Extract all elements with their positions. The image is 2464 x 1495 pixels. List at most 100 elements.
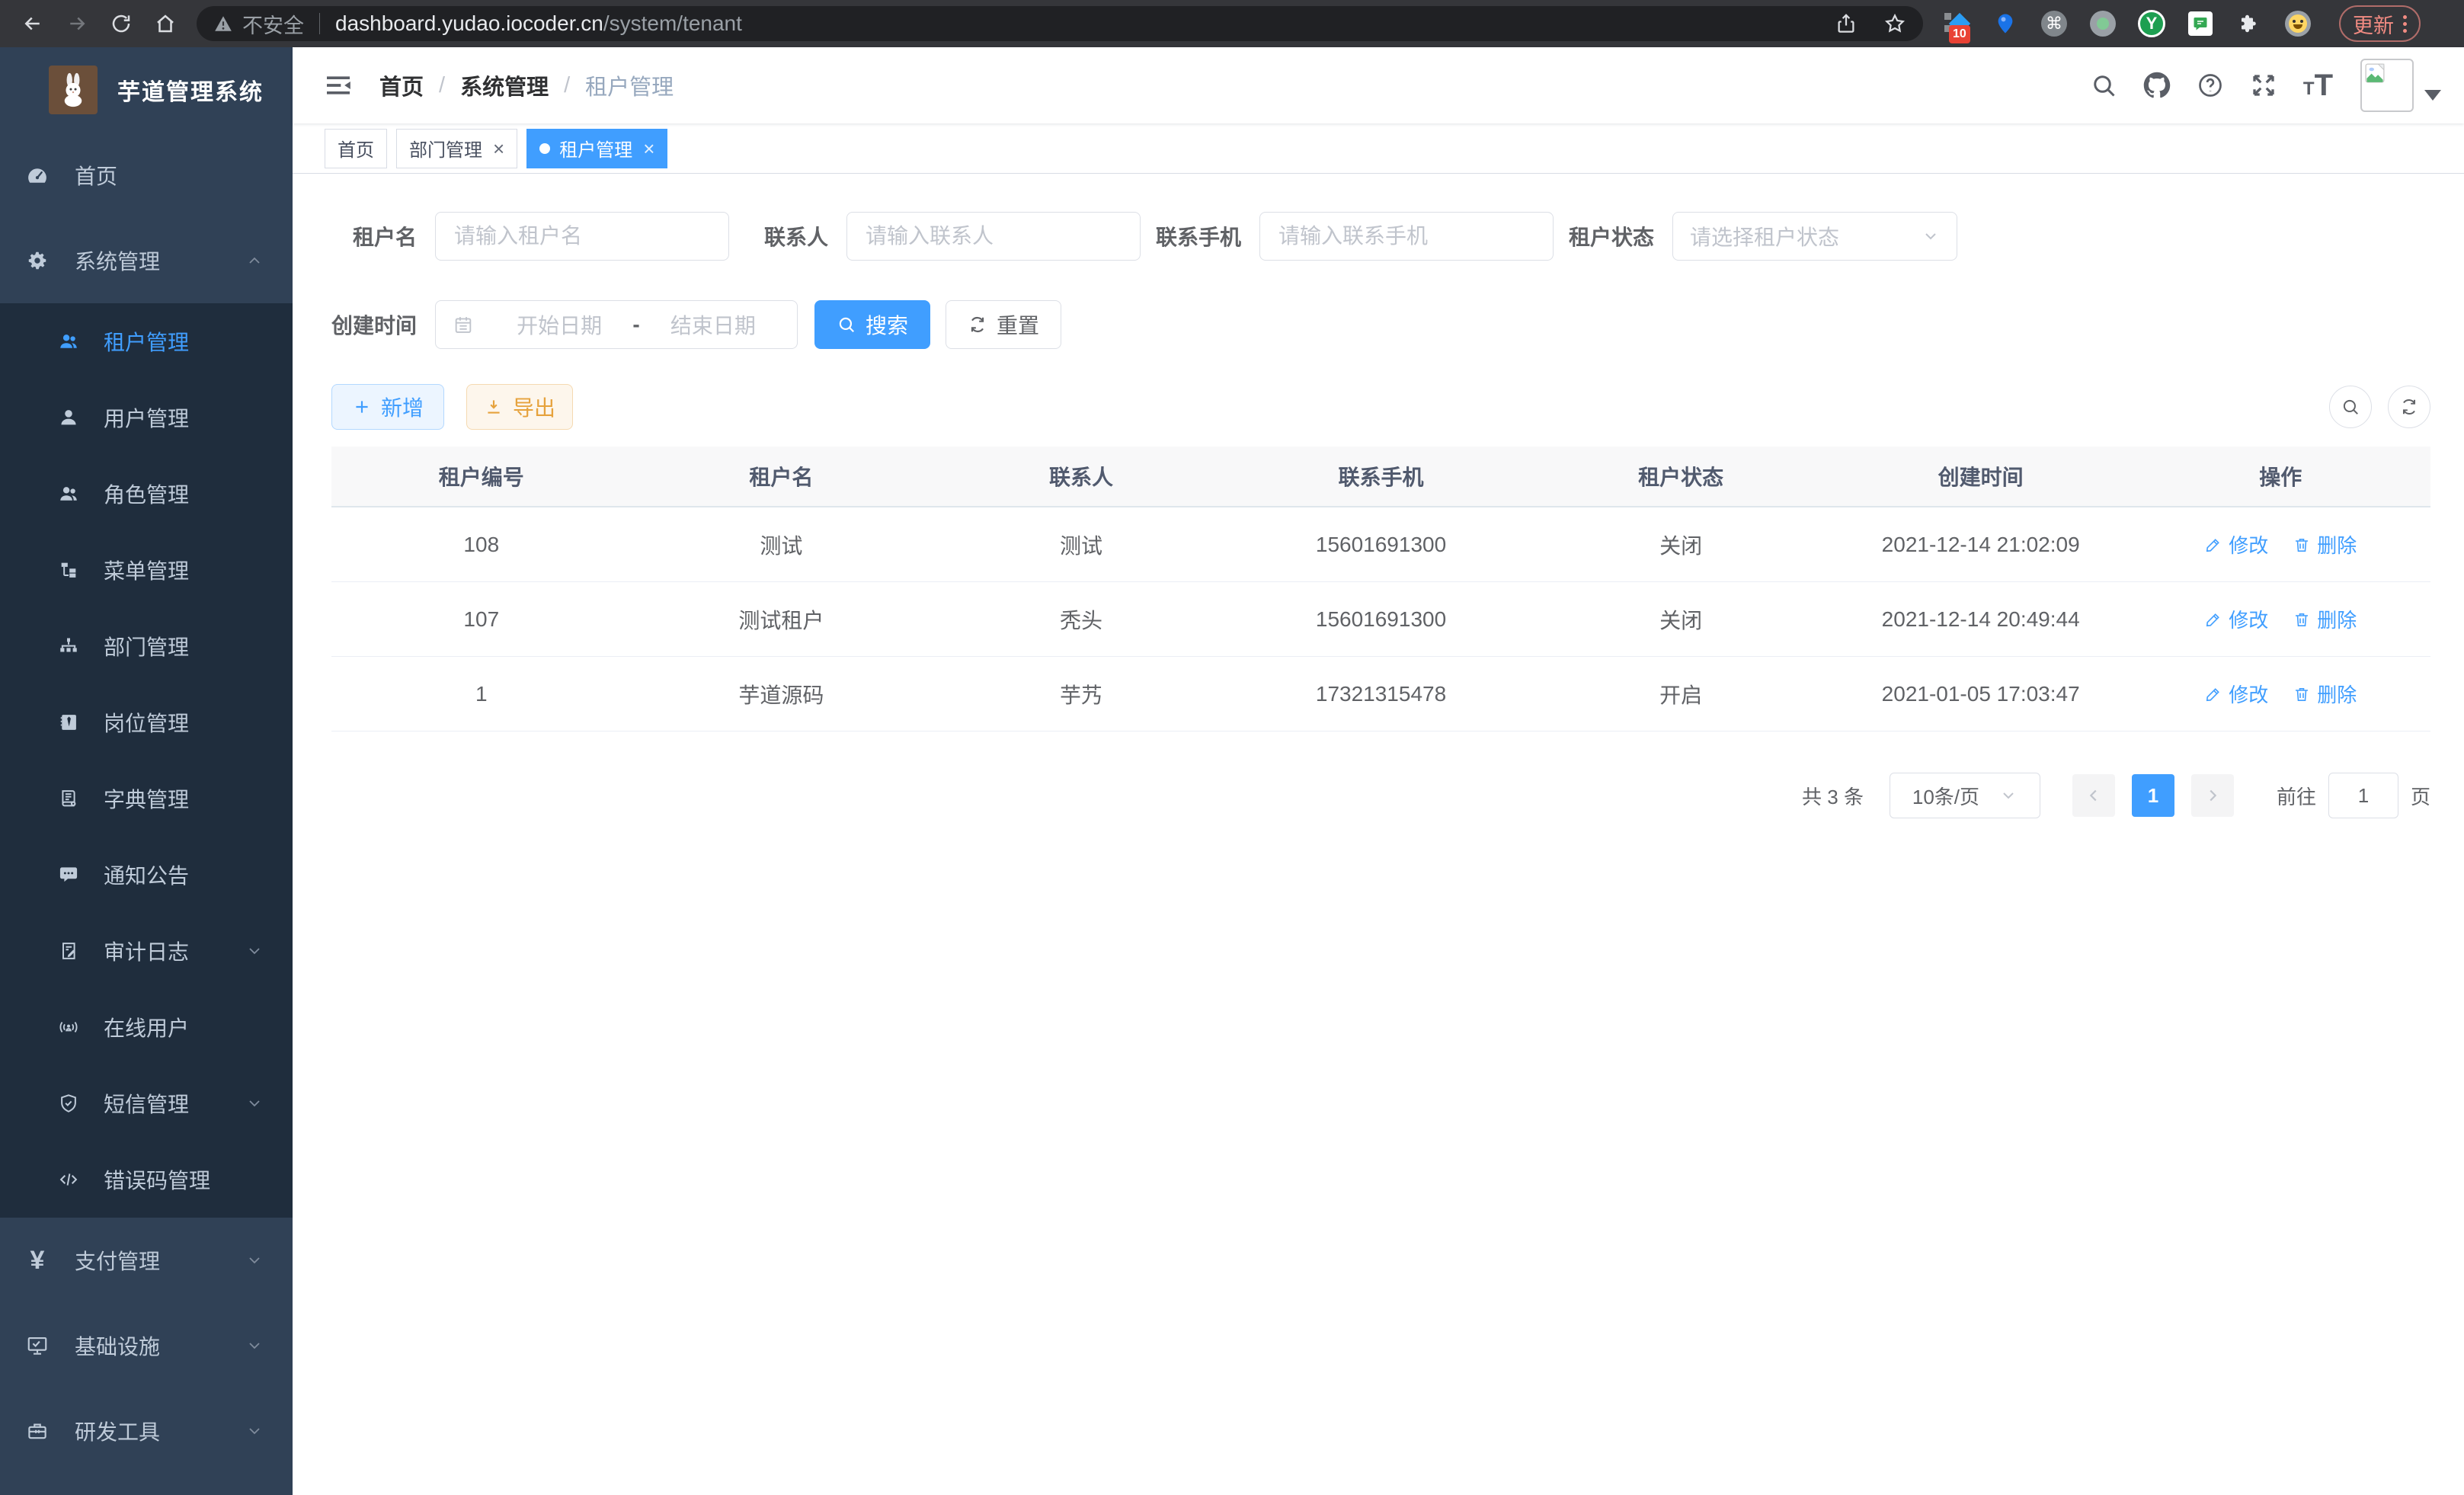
contact-label: 联系人 (764, 221, 828, 251)
date-separator: - (626, 312, 645, 337)
sidebar-item-home[interactable]: 首页 (0, 133, 293, 218)
browser-update-button[interactable]: 更新 (2339, 5, 2421, 42)
back-button[interactable] (11, 5, 55, 42)
sidebar-item-dict[interactable]: 字典管理 (0, 760, 293, 837)
filter-row-1: 租户名 联系人 联系手机 租户状态 请选择租户状态 (331, 212, 2430, 261)
cell-tenant-name: 芋道源码 (632, 679, 932, 709)
column-header: 操作 (2130, 461, 2430, 491)
edit-button[interactable]: 修改 (2204, 605, 2268, 633)
reset-button[interactable]: 重置 (946, 300, 1061, 349)
share-icon[interactable] (1835, 12, 1858, 35)
extension-chat-icon[interactable] (2187, 10, 2214, 37)
toggle-search-button[interactable] (2329, 386, 2372, 428)
mobile-input[interactable] (1259, 212, 1554, 261)
forward-button[interactable] (55, 5, 99, 42)
date-range-picker[interactable]: 开始日期 - 结束日期 (435, 300, 798, 349)
close-icon[interactable]: × (493, 139, 504, 158)
search-icon (837, 315, 856, 335)
table-header: 租户编号 租户名 联系人 联系手机 租户状态 创建时间 操作 (331, 447, 2430, 507)
breadcrumb-home[interactable]: 首页 (379, 69, 424, 101)
sidebar-item-pay[interactable]: ¥支付管理 (0, 1218, 293, 1303)
sidebar-item-system[interactable]: 系统管理 (0, 218, 293, 303)
search-button[interactable]: 搜索 (814, 300, 930, 349)
cell-contact: 芋艿 (931, 679, 1231, 709)
sidebar-item-post[interactable]: 岗位管理 (0, 684, 293, 760)
plus-icon (352, 397, 372, 417)
sidebar-item-role[interactable]: 角色管理 (0, 456, 293, 532)
sidebar-item-error-code[interactable]: 错误码管理 (0, 1141, 293, 1218)
github-link[interactable] (2143, 72, 2171, 99)
contact-input[interactable] (846, 212, 1141, 261)
page-size-select[interactable]: 10条/页 (1890, 773, 2040, 818)
sidebar-item-infra[interactable]: 基础设施 (0, 1303, 293, 1388)
sidebar-item-label: 首页 (75, 160, 117, 190)
bookmark-star-icon[interactable] (1883, 12, 1906, 35)
extension-record-icon[interactable] (2089, 10, 2117, 37)
sidebar-item-label: 系统管理 (75, 245, 160, 276)
breadcrumb-system[interactable]: 系统管理 (460, 69, 549, 101)
edit-button[interactable]: 修改 (2204, 530, 2268, 559)
delete-button[interactable]: 删除 (2293, 530, 2357, 559)
dashboard-icon (26, 164, 49, 187)
status-select[interactable]: 请选择租户状态 (1672, 212, 1957, 261)
user-avatar[interactable] (2360, 59, 2414, 112)
extension-pin-icon[interactable]: 10 (1943, 10, 1970, 37)
chevron-down-icon (245, 1422, 264, 1440)
tag-home[interactable]: 首页 (325, 129, 387, 168)
extension-y-icon[interactable]: Y (2138, 10, 2165, 37)
fullscreen-button[interactable] (2250, 72, 2277, 99)
close-icon[interactable]: × (643, 139, 654, 158)
extension-command-icon[interactable]: ⌘ (2040, 10, 2068, 37)
sidebar-item-dept[interactable]: 部门管理 (0, 608, 293, 684)
shield-icon (58, 1093, 79, 1114)
extension-balloon-icon[interactable] (1992, 10, 2019, 37)
help-button[interactable] (2197, 72, 2224, 99)
sidebar-item-tenant[interactable]: 租户管理 (0, 303, 293, 379)
url-text[interactable]: dashboard.yudao.iocoder.cn/system/tenant (335, 11, 1809, 36)
goto-page-input[interactable] (2328, 773, 2398, 818)
browser-menu-icon[interactable] (2403, 15, 2407, 33)
hamburger-icon (323, 70, 354, 101)
delete-button[interactable]: 删除 (2293, 605, 2357, 633)
sidebar-item-label: 短信管理 (104, 1088, 189, 1119)
home-button[interactable] (143, 5, 187, 42)
column-header: 租户名 (632, 461, 932, 491)
chevron-down-icon (1999, 786, 2018, 805)
main-area: 首页 / 系统管理 / 租户管理 TT (293, 47, 2464, 1495)
tag-dept[interactable]: 部门管理 × (396, 129, 517, 168)
sidebar-item-sms[interactable]: 短信管理 (0, 1065, 293, 1141)
header-search-button[interactable] (2090, 72, 2117, 99)
end-date-placeholder: 结束日期 (646, 309, 780, 340)
reload-button[interactable] (99, 5, 143, 42)
address-bar[interactable]: 不安全 dashboard.yudao.iocoder.cn/system/te… (197, 6, 1923, 41)
tenant-name-input[interactable] (435, 212, 729, 261)
font-size-button[interactable]: TT (2303, 72, 2333, 98)
sidebar-toggle-button[interactable] (323, 70, 354, 101)
avatar-dropdown-caret-icon[interactable] (2424, 90, 2441, 101)
profile-avatar-icon[interactable] (2284, 10, 2312, 37)
cell-tenant-id: 108 (331, 533, 632, 557)
sidebar-item-menu[interactable]: 菜单管理 (0, 532, 293, 608)
sidebar-item-user[interactable]: 用户管理 (0, 379, 293, 456)
cell-status: 开启 (1531, 679, 1831, 709)
chevron-down-icon (245, 1337, 264, 1355)
security-label[interactable]: 不安全 (242, 9, 304, 39)
export-button[interactable]: 导出 (466, 384, 573, 430)
refresh-table-button[interactable] (2388, 386, 2430, 428)
delete-button[interactable]: 删除 (2293, 680, 2357, 708)
sidebar-item-audit-log[interactable]: 审计日志 (0, 913, 293, 989)
sidebar-item-notice[interactable]: 通知公告 (0, 837, 293, 913)
sidebar-logo[interactable]: 芋道管理系统 (0, 47, 293, 133)
next-page-button[interactable] (2191, 774, 2234, 817)
cell-created: 2021-01-05 17:03:47 (1831, 682, 2131, 706)
chevron-left-icon (2085, 787, 2102, 804)
prev-page-button[interactable] (2072, 774, 2115, 817)
tag-tenant[interactable]: 租户管理 × (526, 129, 667, 168)
help-icon (2197, 72, 2224, 99)
edit-button[interactable]: 修改 (2204, 680, 2268, 708)
sidebar-item-online-user[interactable]: 在线用户 (0, 989, 293, 1065)
sidebar-item-dev-tool[interactable]: 研发工具 (0, 1388, 293, 1474)
add-button[interactable]: 新增 (331, 384, 444, 430)
page-number-1[interactable]: 1 (2132, 774, 2174, 817)
extensions-puzzle-icon[interactable] (2235, 10, 2263, 37)
